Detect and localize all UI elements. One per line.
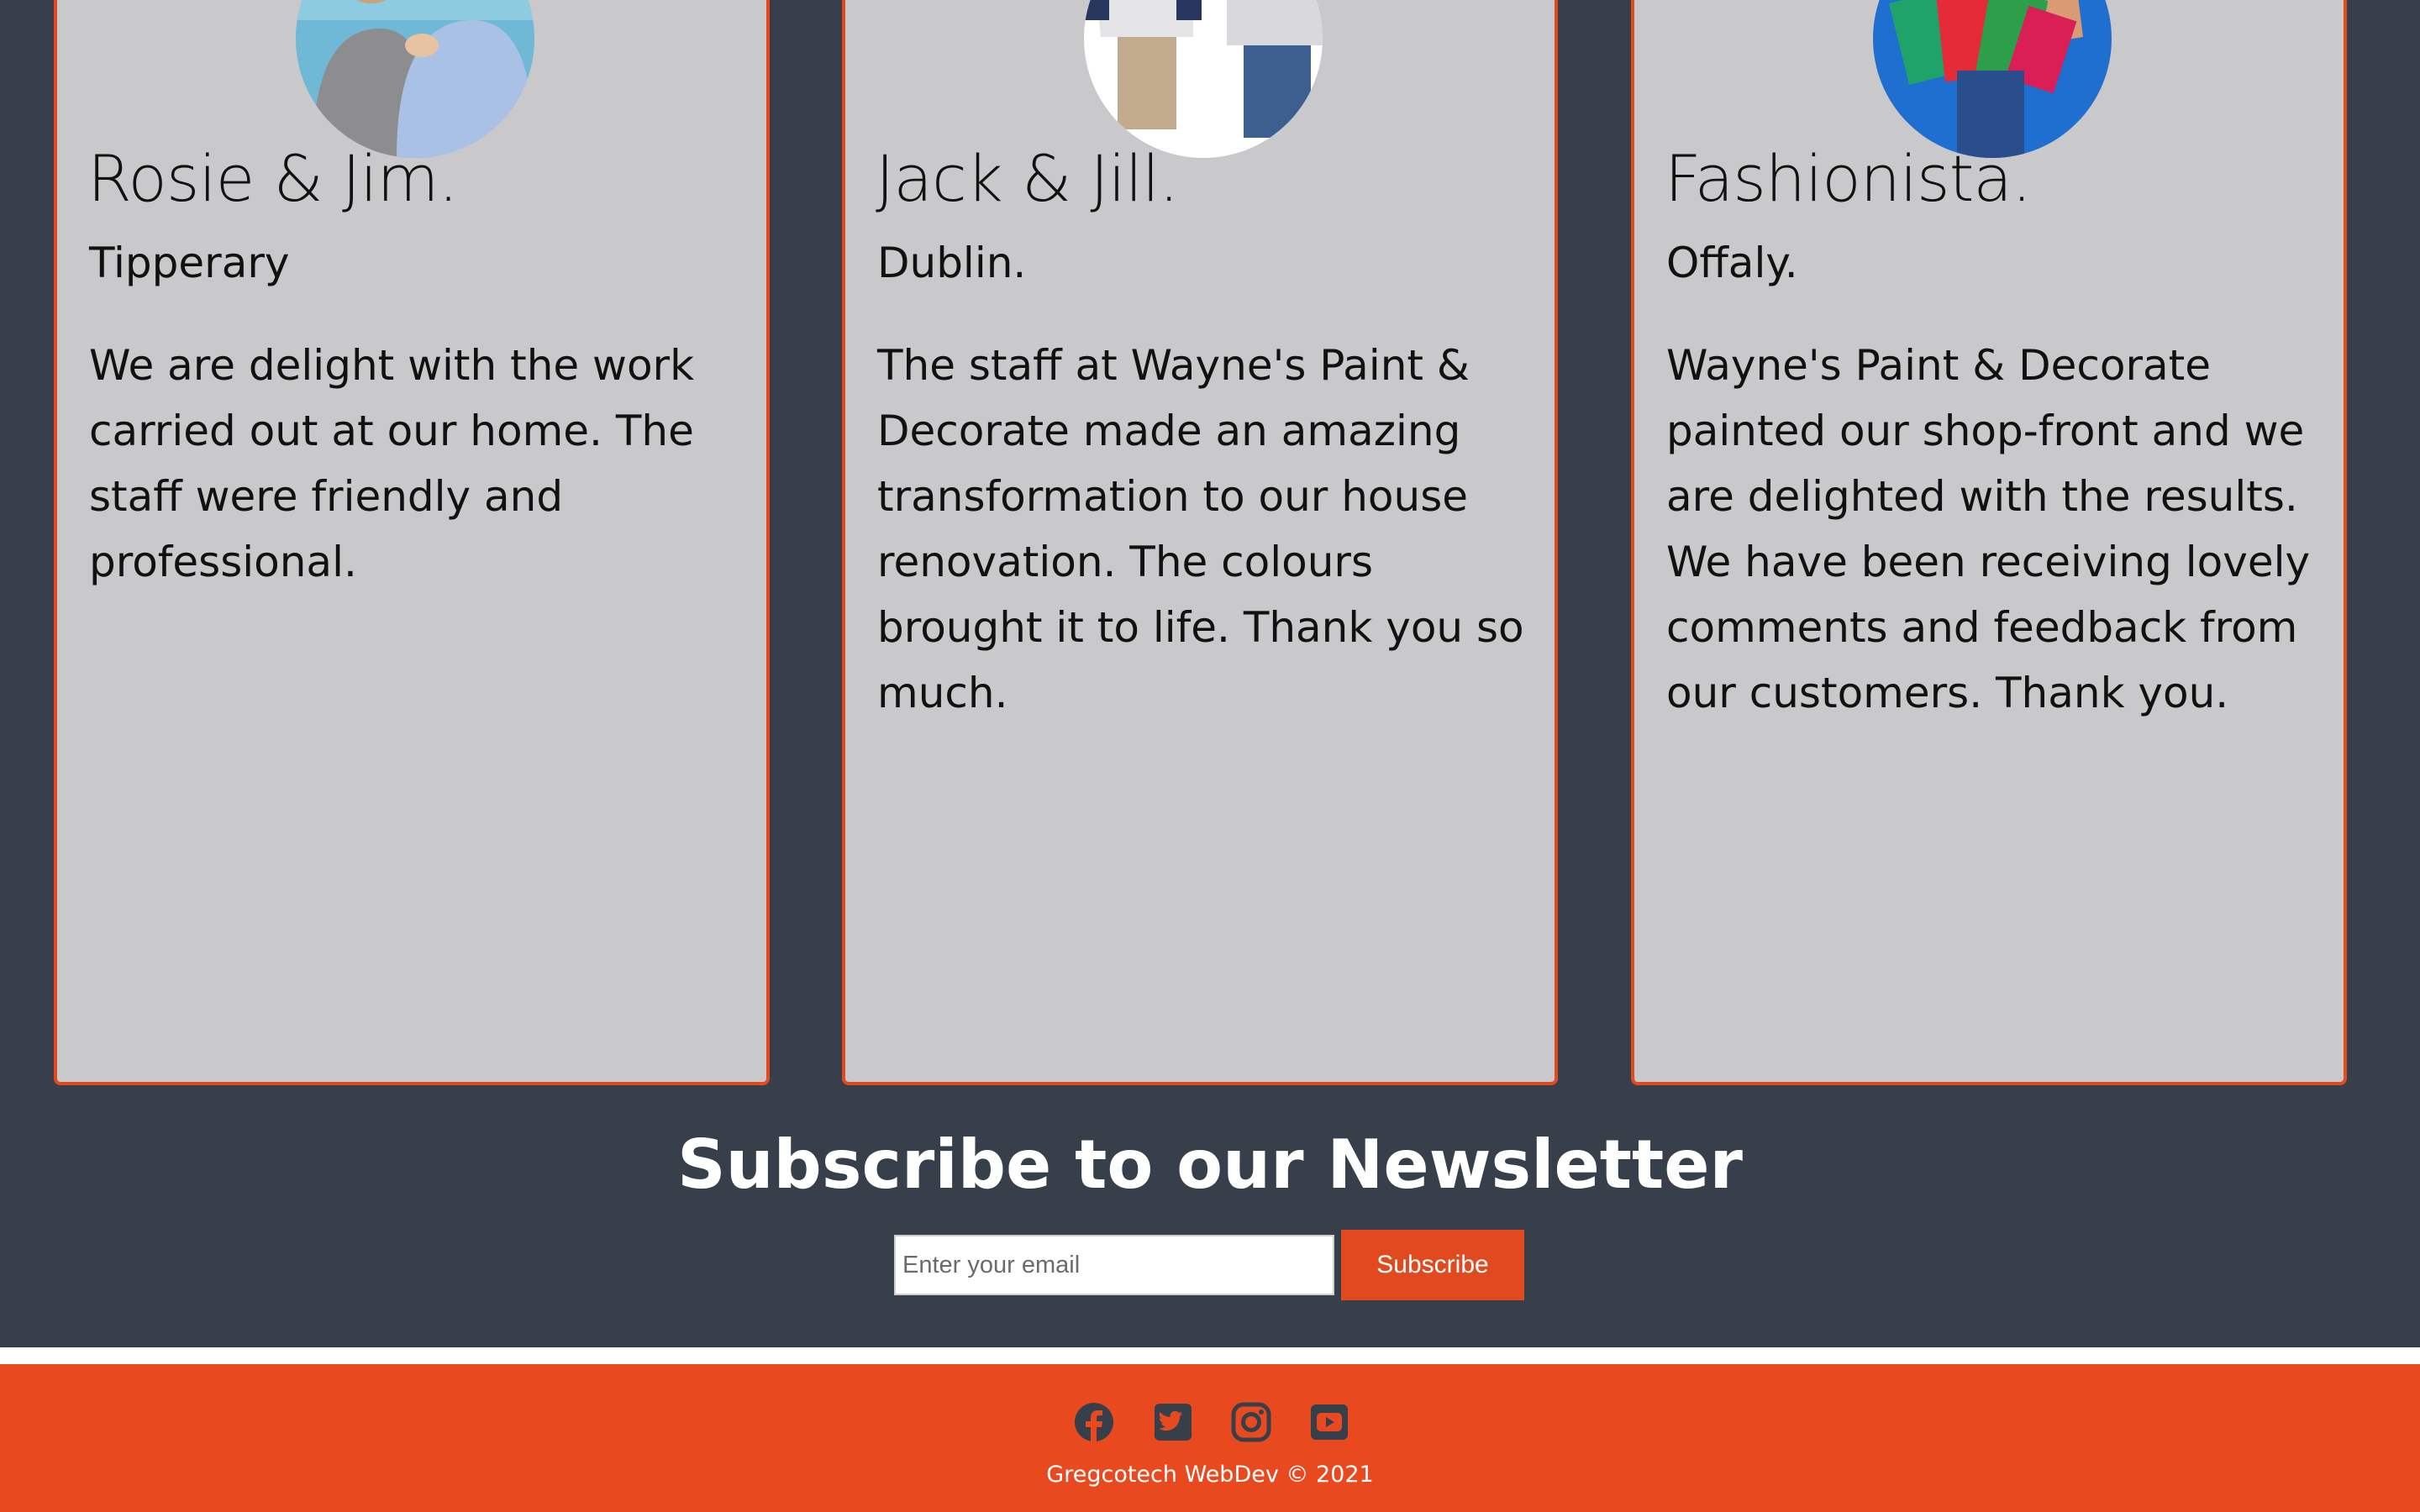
- testimonial-name: Rosie & Jim.: [87, 141, 459, 216]
- instagram-link[interactable]: [1230, 1401, 1272, 1443]
- testimonial-card: Fashionista. Offaly. Wayne's Paint & Dec…: [1631, 0, 2347, 1085]
- testimonial-text: The staff at Wayne's Paint & Decorate ma…: [877, 341, 1524, 717]
- facebook-icon: [1075, 1403, 1113, 1443]
- testimonial-name: Jack & Jill.: [876, 141, 1179, 216]
- facebook-link[interactable]: [1073, 1401, 1115, 1443]
- testimonial-card: Rosie & Jim. Tipperary We are delight wi…: [54, 0, 770, 1085]
- testimonial-name: Fashionista.: [1665, 141, 2032, 216]
- subscribe-button[interactable]: Subscribe: [1341, 1230, 1524, 1300]
- instagram-icon: [1231, 1402, 1271, 1442]
- copyright-text: Gregcotech WebDev © 2021: [1046, 1462, 1374, 1488]
- testimonial-text: We are delight with the work carried out…: [89, 341, 695, 586]
- couple-photo-icon: [296, 0, 534, 158]
- testimonial-location: Tipperary: [89, 239, 290, 287]
- footer-divider: [0, 1347, 2420, 1364]
- shopping-avatar: [1873, 0, 2112, 158]
- email-input[interactable]: [894, 1235, 1334, 1295]
- testimonial-location: Offaly.: [1666, 239, 1798, 287]
- twitter-icon: [1155, 1404, 1192, 1441]
- youtube-link[interactable]: [1308, 1401, 1350, 1443]
- testimonials-section: Rosie & Jim. Tipperary We are delight wi…: [0, 0, 2420, 1092]
- kids-photo-icon: [1084, 0, 1323, 158]
- youtube-icon: [1311, 1404, 1348, 1440]
- testimonial-text: Wayne's Paint & Decorate painted our sho…: [1666, 341, 2311, 717]
- couple-avatar: [296, 0, 534, 158]
- shopping-bags-photo-icon: [1873, 0, 2112, 158]
- testimonial-location: Dublin.: [877, 239, 1027, 287]
- testimonial-card: Jack & Jill. Dublin. The staff at Wayne'…: [842, 0, 1558, 1085]
- twitter-link[interactable]: [1152, 1401, 1194, 1443]
- kids-avatar: [1084, 0, 1323, 158]
- newsletter-title: Subscribe to our Newsletter: [676, 1126, 1743, 1204]
- footer: Gregcotech WebDev © 2021: [0, 1364, 2420, 1512]
